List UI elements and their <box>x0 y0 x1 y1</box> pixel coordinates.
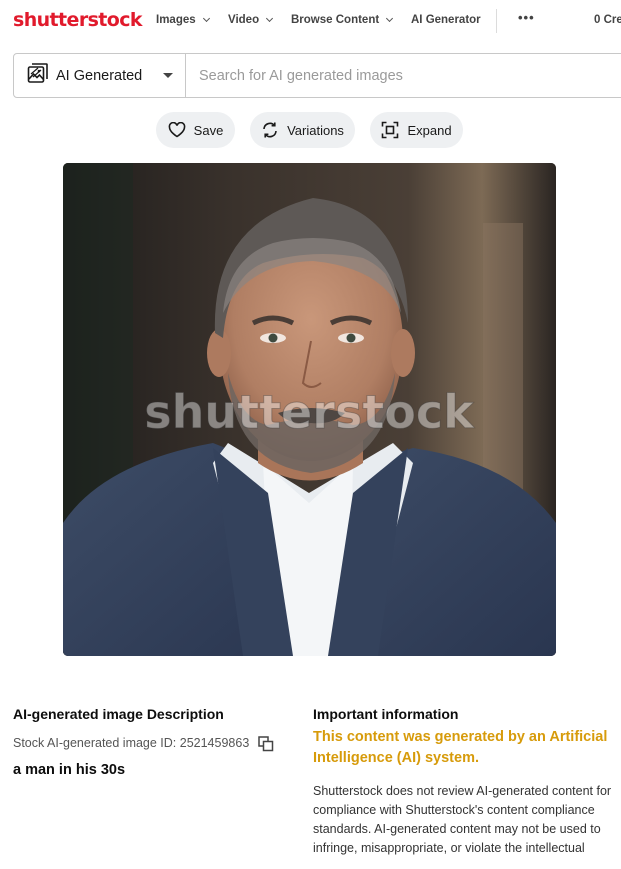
nav-item-label: Video <box>228 14 260 26</box>
disclaimer-text: Shutterstock does not review AI-generate… <box>313 784 612 855</box>
expand-icon <box>381 121 399 139</box>
variations-button[interactable]: Variations <box>250 112 355 148</box>
important-info-heading: Important information <box>313 706 459 722</box>
chevron-down-icon <box>266 14 274 23</box>
nav-item-images[interactable]: Images <box>156 14 210 26</box>
search-type-dropdown[interactable]: AI Generated <box>14 54 186 97</box>
top-nav: shutterstock Images Video Browse Content… <box>0 0 621 42</box>
search-type-label: AI Generated <box>56 67 143 84</box>
nav-item-ai-generator[interactable]: AI Generator <box>411 14 481 26</box>
expand-button[interactable]: Expand <box>370 112 463 148</box>
description-heading: AI-generated image Description <box>13 706 224 722</box>
copy-icon[interactable] <box>257 735 275 758</box>
nav-item-label: AI Generator <box>411 14 481 26</box>
save-label: Save <box>193 122 224 138</box>
caret-down-icon <box>163 73 173 78</box>
save-button[interactable]: Save <box>156 112 235 148</box>
expand-label: Expand <box>407 122 452 138</box>
nav-item-label: Images <box>156 14 196 26</box>
nav-item-video[interactable]: Video <box>228 14 274 26</box>
refresh-icon <box>261 121 279 139</box>
image-caption: a man in his 30s <box>13 762 126 778</box>
ai-generated-photo[interactable]: shutterstock <box>63 163 556 656</box>
variations-label: Variations <box>287 122 344 138</box>
ai-notice: This content was generated by an Artific… <box>313 729 608 766</box>
nav-item-label: Browse Content <box>291 14 380 26</box>
heart-icon <box>168 122 186 138</box>
credits-link[interactable]: 0 Cre <box>594 14 621 26</box>
nav-divider <box>496 9 497 33</box>
chevron-down-icon <box>386 14 394 23</box>
search-bar: AI Generated <box>13 53 621 98</box>
watermark: shutterstock <box>144 385 475 439</box>
search-input[interactable] <box>199 54 621 97</box>
shutterstock-logo[interactable]: shutterstock <box>13 9 143 31</box>
nav-item-browse-content[interactable]: Browse Content <box>291 14 394 26</box>
chevron-down-icon <box>202 14 210 23</box>
image-id: Stock AI-generated image ID: 2521459863 <box>13 736 250 750</box>
more-menu-icon[interactable]: ••• <box>518 10 535 25</box>
ai-image-icon <box>26 61 50 90</box>
